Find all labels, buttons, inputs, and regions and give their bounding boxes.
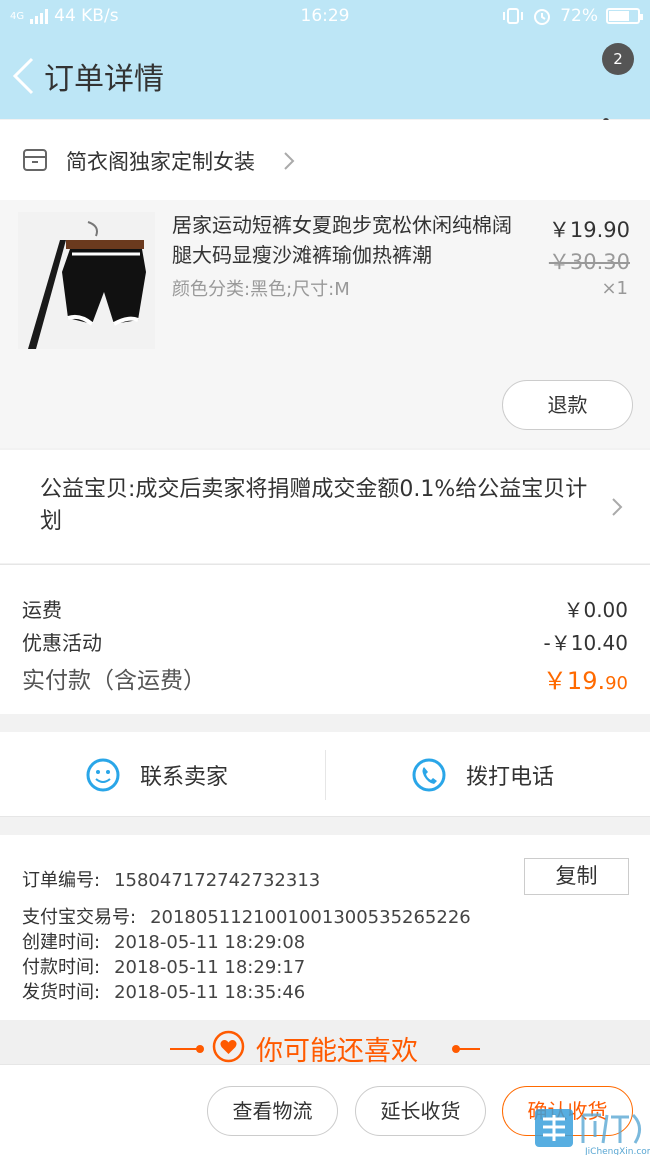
contact-seller-label: 联系卖家 bbox=[140, 765, 229, 790]
decor-line bbox=[456, 1048, 480, 1050]
recommend-title: 你可能还喜欢 bbox=[256, 1036, 418, 1067]
paid-row: 付款时间: 2018-05-11 18:29:17 bbox=[22, 953, 305, 979]
nav-bar: 订单详情 2 bbox=[0, 34, 650, 124]
call-phone-button[interactable]: 拨打电话 bbox=[326, 732, 650, 817]
status-bar: 4G 44 KB/s 16:29 72% bbox=[0, 0, 650, 34]
decor-dot bbox=[196, 1045, 204, 1053]
shipping-value: ￥0.00 bbox=[563, 598, 628, 622]
alarm-icon bbox=[534, 9, 551, 25]
total-cents: 90 bbox=[605, 673, 628, 694]
recommend-header: 你可能还喜欢 bbox=[0, 1020, 650, 1070]
notification-badge: 2 bbox=[602, 43, 634, 75]
call-phone-label: 拨打电话 bbox=[466, 765, 555, 790]
shop-row[interactable]: 简衣阁独家定制女装 bbox=[0, 120, 650, 200]
order-number-row: 订单编号: 158047172742732313 bbox=[22, 866, 320, 892]
discount-label: 优惠活动 bbox=[22, 631, 102, 655]
copy-button[interactable]: 复制 bbox=[524, 858, 629, 895]
phone-icon bbox=[412, 758, 446, 792]
order-number-value: 158047172742732313 bbox=[114, 870, 321, 891]
paid-value: 2018-05-11 18:29:17 bbox=[114, 957, 306, 978]
charity-text: 公益宝贝:成交后卖家将捐赠成交金额0.1%给公益宝贝计划 bbox=[40, 477, 588, 534]
shop-name: 简衣阁独家定制女装 bbox=[66, 150, 255, 174]
battery-percent: 72% bbox=[560, 6, 598, 26]
created-label: 创建时间: bbox=[22, 932, 101, 953]
product-quantity: ×1 bbox=[601, 278, 628, 299]
chevron-left-icon[interactable] bbox=[10, 56, 36, 96]
created-row: 创建时间: 2018-05-11 18:29:08 bbox=[22, 928, 305, 954]
order-info: 订单编号: 158047172742732313 复制 支付宝交易号: 201805… bbox=[0, 835, 650, 1020]
store-icon bbox=[23, 149, 47, 171]
alipay-label: 支付宝交易号: bbox=[22, 907, 137, 928]
view-logistics-button[interactable]: 查看物流 bbox=[207, 1086, 338, 1136]
product-original-price: ￥30.30 bbox=[548, 250, 630, 274]
alipay-row: 支付宝交易号: 2018051121001001300535265226 bbox=[22, 903, 471, 929]
total-value: ￥19.90 bbox=[543, 661, 628, 696]
discount-row: 优惠活动 -￥10.40 bbox=[22, 627, 628, 656]
heart-icon bbox=[212, 1030, 245, 1063]
paid-label: 付款时间: bbox=[22, 957, 101, 978]
discount-value: -￥10.40 bbox=[543, 631, 628, 655]
shipping-label: 运费 bbox=[22, 598, 62, 622]
product-title: 居家运动短裤女夏跑步宽松休闲纯棉阔腿大码显瘦沙滩裤瑜伽热裤潮 bbox=[172, 213, 512, 267]
charity-row[interactable]: 公益宝贝:成交后卖家将捐赠成交金额0.1%给公益宝贝计划 bbox=[0, 450, 650, 563]
total-main: ￥19. bbox=[542, 667, 606, 695]
chevron-right-icon bbox=[612, 498, 623, 516]
chat-icon bbox=[86, 758, 120, 792]
battery-icon bbox=[606, 8, 643, 24]
product-price: ￥19.90 bbox=[548, 218, 630, 242]
shipping-row: 运费 ￥0.00 bbox=[22, 594, 628, 623]
order-number-label: 订单编号: bbox=[22, 870, 101, 891]
contact-bar: 联系卖家 拨打电话 bbox=[0, 732, 650, 817]
contact-seller-button[interactable]: 联系卖家 bbox=[0, 732, 325, 817]
vibrate-icon bbox=[503, 8, 524, 24]
shipped-row: 发货时间: 2018-05-11 18:35:46 bbox=[22, 978, 305, 1004]
watermark-text: JiChengXin.com bbox=[585, 1147, 650, 1155]
fee-summary: 运费 ￥0.00 优惠活动 -￥10.40 实付款（含运费） ￥19.90 bbox=[0, 564, 650, 714]
total-row: 实付款（含运费） ￥19.90 bbox=[22, 661, 628, 695]
product-sku: 颜色分类:黑色;尺寸:M bbox=[172, 279, 350, 300]
extend-receipt-button[interactable]: 延长收货 bbox=[355, 1086, 486, 1136]
product-thumbnail[interactable] bbox=[18, 212, 155, 349]
product-item[interactable]: 居家运动短裤女夏跑步宽松休闲纯棉阔腿大码显瘦沙滩裤瑜伽热裤潮 颜色分类:黑色;尺… bbox=[0, 200, 650, 448]
chevron-right-icon bbox=[284, 152, 295, 170]
shorts-image bbox=[18, 212, 155, 349]
shipped-label: 发货时间: bbox=[22, 982, 101, 1003]
created-value: 2018-05-11 18:29:08 bbox=[114, 932, 306, 953]
refund-button[interactable]: 退款 bbox=[502, 380, 633, 430]
shipped-value: 2018-05-11 18:35:46 bbox=[114, 982, 306, 1003]
page-title: 订单详情 bbox=[44, 62, 164, 97]
total-label: 实付款（含运费） bbox=[22, 668, 206, 694]
alipay-value: 2018051121001001300535265226 bbox=[150, 907, 471, 928]
